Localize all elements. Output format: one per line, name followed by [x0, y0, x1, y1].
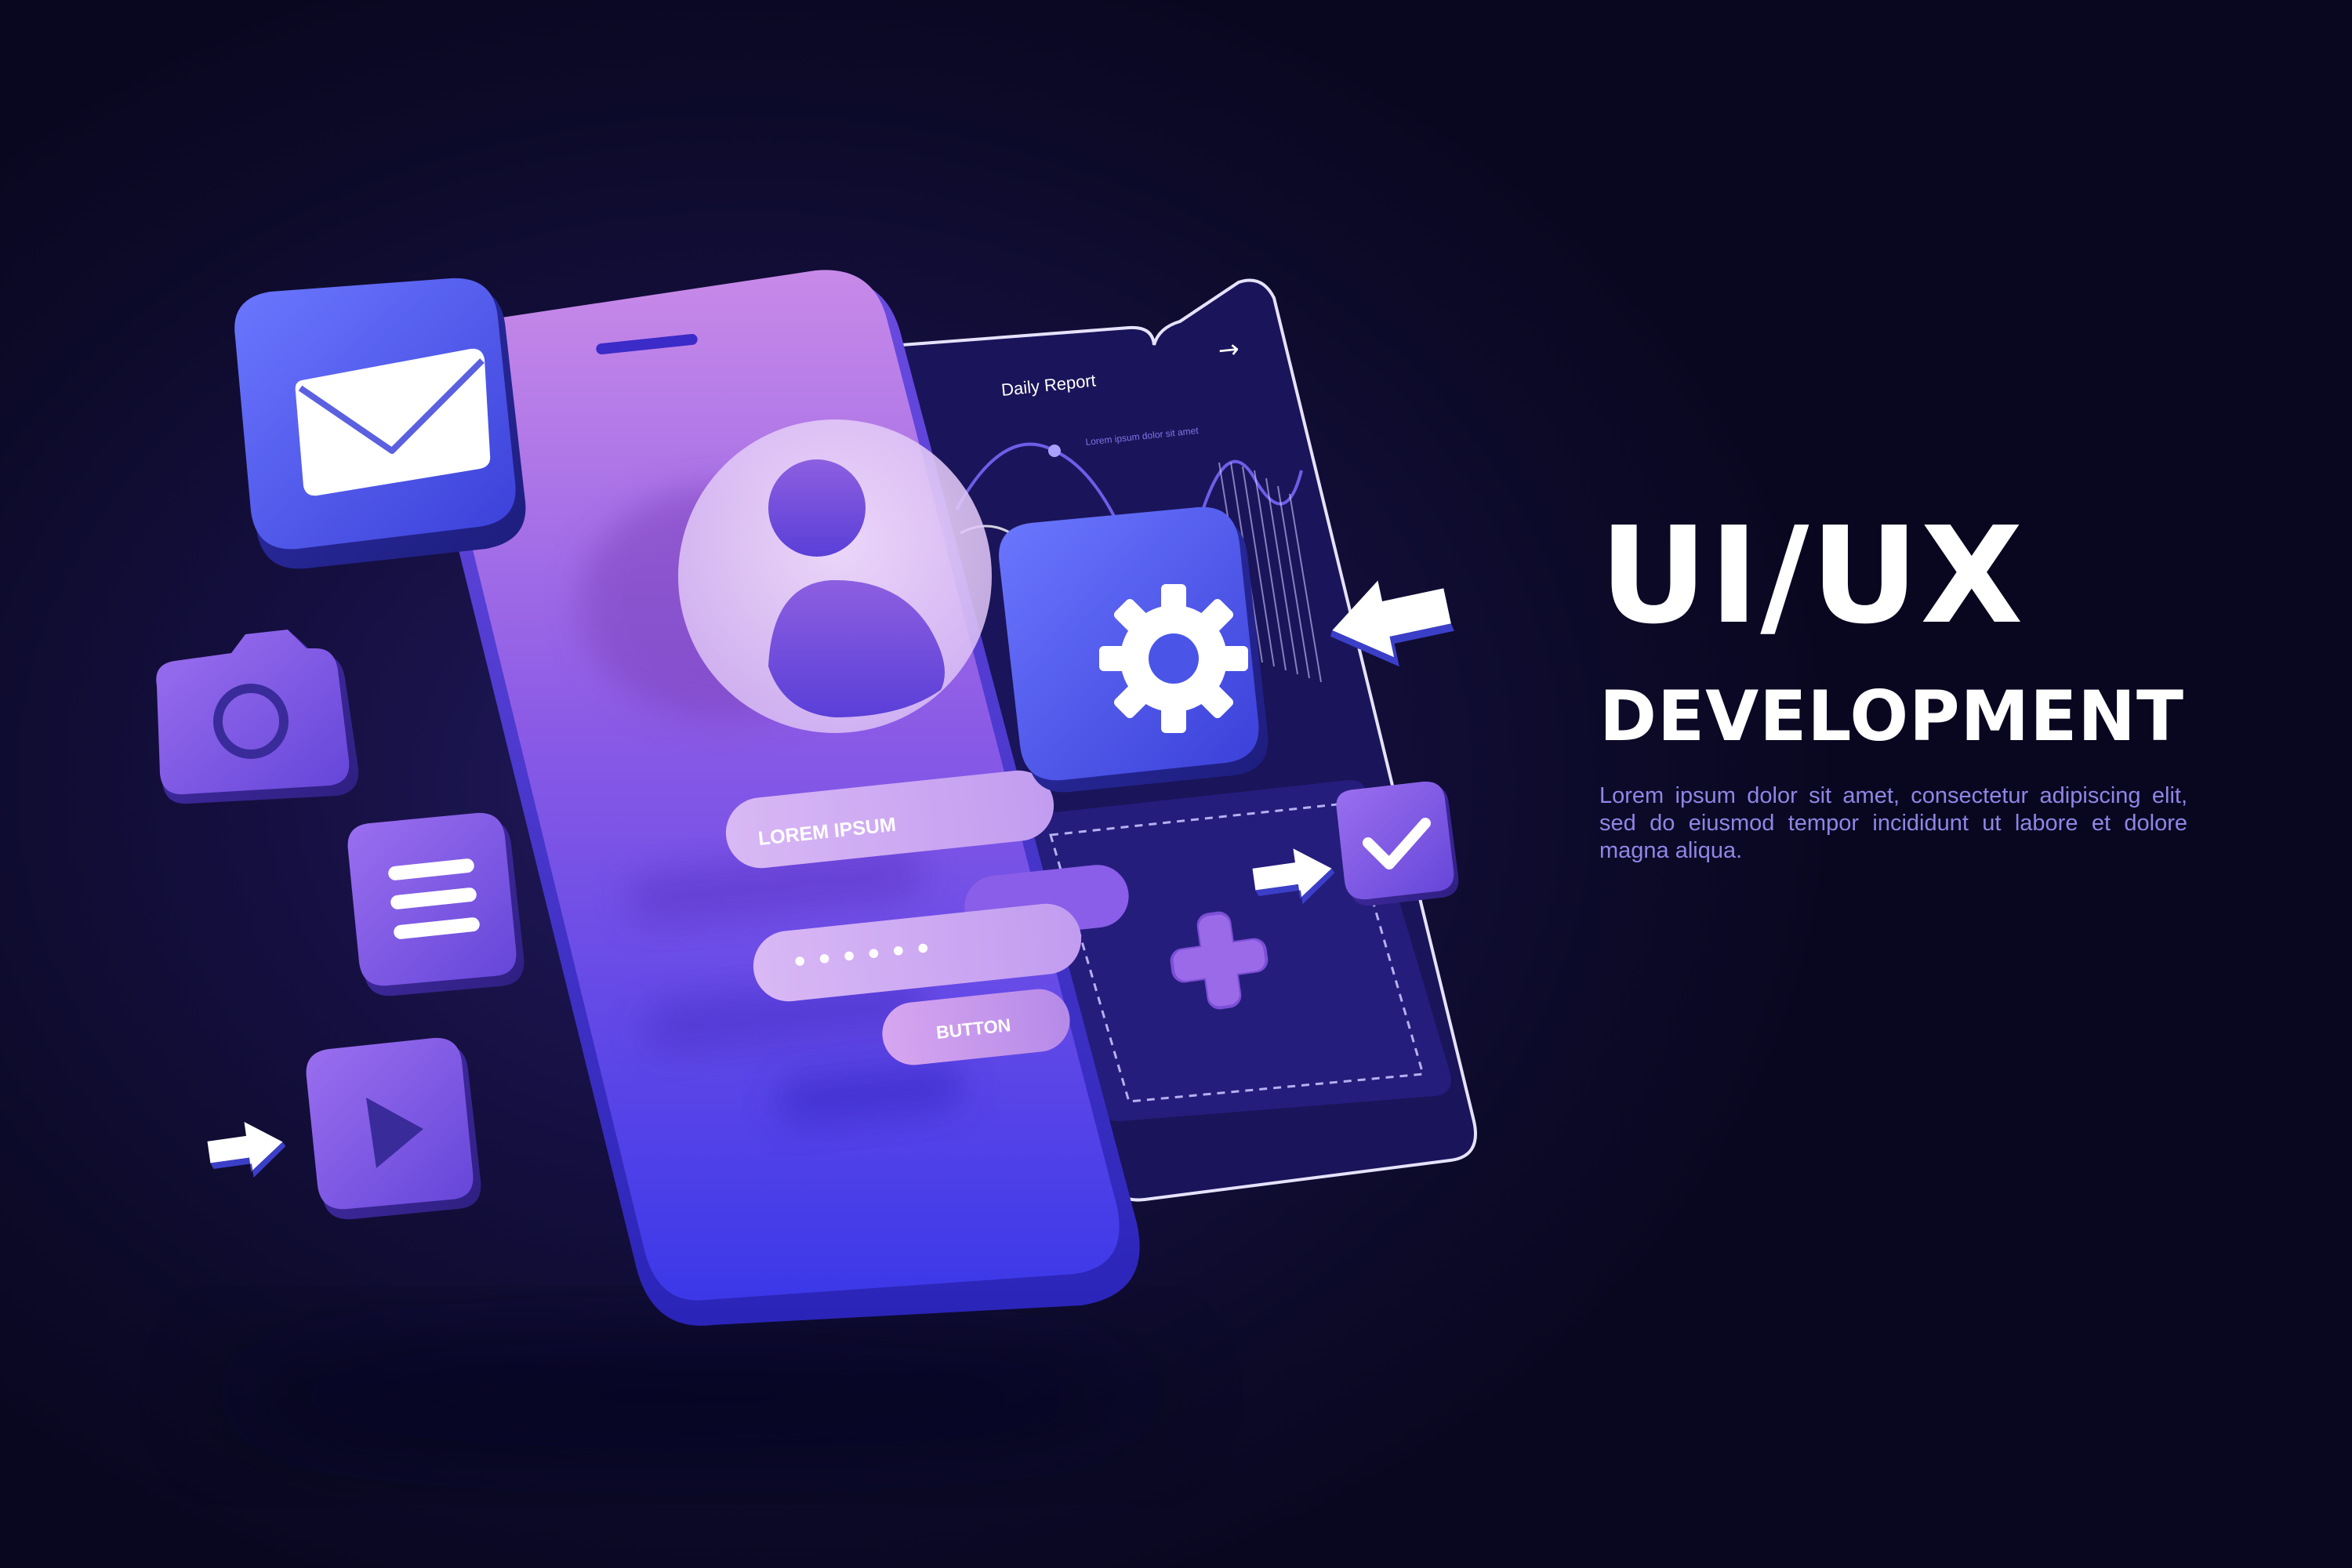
- camera-tile[interactable]: [156, 630, 359, 804]
- profile-avatar: [678, 419, 992, 733]
- forward-arrow-icon: →: [1217, 333, 1241, 365]
- settings-tile[interactable]: [999, 506, 1269, 793]
- headline-subtitle: DEVELOPMENT: [1599, 676, 2184, 757]
- ground-shadow: [220, 1341, 1160, 1450]
- menu-tile[interactable]: [347, 812, 524, 996]
- arrow-icon: [207, 1122, 286, 1178]
- mail-tile[interactable]: [234, 278, 526, 569]
- play-tile[interactable]: [306, 1037, 481, 1220]
- chart-point: [1048, 445, 1061, 457]
- headline-body: Lorem ipsum dolor sit amet, consectetur …: [1599, 783, 2187, 863]
- check-tile[interactable]: [1336, 781, 1459, 906]
- headline-block: UI/UX DEVELOPMENT Lorem ipsum dolor sit …: [1599, 510, 2305, 864]
- menu-icon: [388, 858, 480, 939]
- gear-icon: [1099, 584, 1248, 733]
- headline-title: UI/UX: [1599, 499, 2025, 654]
